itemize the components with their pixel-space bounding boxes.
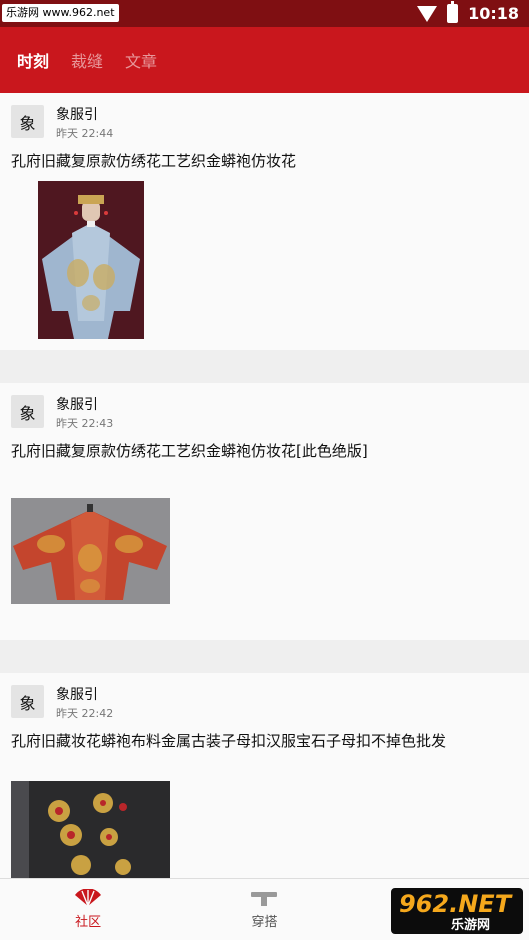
clock: 10:18	[468, 4, 519, 23]
author-name[interactable]: 象服引	[56, 104, 98, 124]
buttons-photo-image	[11, 781, 170, 878]
red-robe-photo-image	[11, 498, 170, 604]
post-time: 昨天 22:42	[56, 707, 114, 720]
post-title[interactable]: 孔府旧藏妆花蟒袍布料金属古装子母扣汉服宝石子母扣不掉色批发	[11, 730, 521, 751]
fan-icon	[74, 889, 102, 907]
nav-outfits[interactable]: 穿搭	[176, 879, 352, 940]
wifi-icon	[417, 5, 438, 22]
avatar[interactable]: 象	[11, 685, 44, 718]
post-title[interactable]: 孔府旧藏复原款仿绣花工艺织金蟒袍仿妆花[此色绝版]	[11, 440, 521, 461]
post-card[interactable]: 象 象服引 昨天 22:42 孔府旧藏妆花蟒袍布料金属古装子母扣汉服宝石子母扣不…	[0, 673, 529, 878]
author-name[interactable]: 象服引	[56, 684, 98, 704]
nav-community[interactable]: 社区	[0, 879, 176, 940]
logo-subtitle: 乐游网	[451, 918, 491, 933]
tab-articles[interactable]: 文章	[125, 48, 157, 72]
bottom-nav: 社区 穿搭 我的 962.NET 乐游网	[0, 878, 529, 940]
author-name[interactable]: 象服引	[56, 394, 98, 414]
feed[interactable]: 象 象服引 昨天 22:44 孔府旧藏复原款仿绣花工艺织金蟒袍仿妆花 象 象服引…	[0, 93, 529, 878]
post-time: 昨天 22:43	[56, 417, 114, 430]
post-time: 昨天 22:44	[56, 127, 114, 140]
site-logo: 962.NET 乐游网	[391, 888, 523, 934]
post-image[interactable]	[38, 181, 144, 339]
avatar[interactable]: 象	[11, 105, 44, 138]
hanger-icon	[250, 889, 278, 907]
avatar[interactable]: 象	[11, 395, 44, 428]
status-bar: 乐游网 www.962.net 10:18	[0, 0, 529, 27]
post-card[interactable]: 象 象服引 昨天 22:43 孔府旧藏复原款仿绣花工艺织金蟒袍仿妆花[此色绝版]	[0, 383, 529, 640]
top-tab-bar: 时刻 裁缝 文章	[0, 27, 529, 93]
battery-icon	[447, 1, 459, 23]
watermark: 乐游网 www.962.net	[2, 4, 119, 22]
tab-tailor[interactable]: 裁缝	[71, 48, 103, 72]
post-image[interactable]	[11, 498, 170, 604]
post-title[interactable]: 孔府旧藏复原款仿绣花工艺织金蟒袍仿妆花	[11, 150, 521, 171]
post-image[interactable]	[11, 781, 170, 878]
nav-label: 社区	[75, 915, 102, 930]
nav-label: 穿搭	[251, 915, 278, 930]
robe-photo-image	[38, 181, 144, 339]
post-card[interactable]: 象 象服引 昨天 22:44 孔府旧藏复原款仿绣花工艺织金蟒袍仿妆花	[0, 93, 529, 350]
tab-moments[interactable]: 时刻	[17, 48, 49, 72]
status-icons: 10:18	[417, 0, 519, 27]
